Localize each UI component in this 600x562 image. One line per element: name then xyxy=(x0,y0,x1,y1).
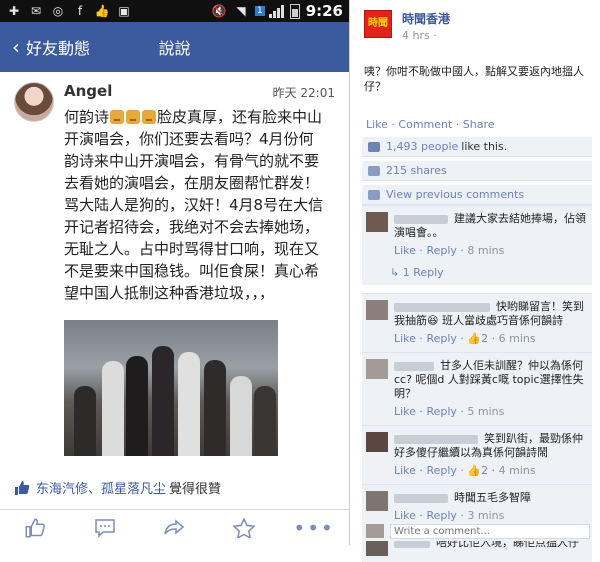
more-icon: ••• xyxy=(293,515,335,540)
comment: 建議大家去結她捧場，佔領演唱會。。 Like · Reply · 8 mins xyxy=(362,205,592,264)
wifi-icon: ◥ xyxy=(236,4,246,18)
post-actions[interactable]: Like · Comment · Share xyxy=(354,94,600,131)
commenter-avatar[interactable] xyxy=(366,212,388,232)
post-photo[interactable] xyxy=(64,320,278,456)
like-outline-icon xyxy=(25,517,45,537)
page-logo[interactable]: 時聞 xyxy=(364,10,392,38)
likes-suffix: like this. xyxy=(461,140,508,153)
like-button[interactable] xyxy=(20,513,50,543)
battery-icon xyxy=(289,3,300,19)
thumbs-down-icon xyxy=(110,110,125,124)
thumbs-up-icon: 👍 xyxy=(94,4,110,18)
shares-count[interactable]: 215 shares xyxy=(386,164,447,177)
view-previous-link[interactable]: View previous comments xyxy=(386,188,524,201)
post-likes: 东海汽修、孤星落凡尘 覺得很贊 xyxy=(0,456,349,497)
commenter-name[interactable] xyxy=(394,214,448,224)
comment-time: 5 mins xyxy=(467,405,505,418)
app-header: ‹ 好友動態 說說 xyxy=(0,22,349,72)
post-text-rest: 脸皮真厚，还有脸来中山开演唱会，你们还要去看吗？4月份何韵诗来中山开演唱会，有骨… xyxy=(64,108,324,302)
post-time: 昨天 22:01 xyxy=(272,86,335,100)
page-name[interactable]: 時聞香港 xyxy=(402,10,450,27)
comment-reply-link[interactable]: Reply xyxy=(426,244,456,257)
share-icon xyxy=(164,518,185,535)
comment-like-link[interactable]: Like xyxy=(394,464,416,477)
clock: 9:26 xyxy=(305,2,343,20)
likes-count[interactable]: 1,493 people xyxy=(386,140,458,153)
signal-icon xyxy=(268,4,285,18)
more-button[interactable]: ••• xyxy=(293,513,332,543)
sim-badge: 1 xyxy=(254,6,265,16)
view-previous-row[interactable]: View previous comments xyxy=(362,185,592,205)
shares-row[interactable]: 215 shares xyxy=(362,161,592,181)
post-text: 何韵诗 脸皮真厚，还有脸来中山开演唱会，你们还要去看吗？4月份何韵诗来中山开演唱会… xyxy=(64,106,335,304)
comment: 快哟睇留言！笑到我抽筋😆 班人當歧處巧音係何韻詩 Like · Reply · … xyxy=(362,293,592,352)
photo-icon: ▣ xyxy=(118,4,130,18)
thumbs-down-icon xyxy=(126,110,141,124)
share-icon xyxy=(368,165,380,176)
facebook-icon: f xyxy=(77,4,83,18)
likes-suffix: 覺得很贊 xyxy=(169,482,222,497)
back-button[interactable]: ‹ 好友動態 xyxy=(12,35,90,59)
comment-reply-link[interactable]: Reply xyxy=(426,405,456,418)
favorite-button[interactable] xyxy=(229,513,259,543)
commenter-name[interactable] xyxy=(394,493,448,503)
message-icon: ✉ xyxy=(30,4,42,18)
fb-post-text: 咦？你咁不恥做中國人，點解又要返內地搵人仔？ xyxy=(364,65,584,93)
comment-input[interactable] xyxy=(390,523,590,539)
add-icon: ✚ xyxy=(8,4,20,18)
page-header: 時聞 時聞香港 4 hrs · xyxy=(354,0,600,42)
share-button[interactable] xyxy=(159,513,189,543)
chevron-left-icon: ‹ xyxy=(12,35,20,59)
commenter-avatar[interactable] xyxy=(366,359,388,379)
whatsapp-icon: ◎ xyxy=(52,4,64,18)
phone-screen: ✚ ✉ ◎ f 👍 ▣ 🔇 ◥ 1 9:26 ‹ 好友動態 說說 Angel 昨… xyxy=(0,0,350,545)
post: Angel 昨天 22:01 何韵诗 脸皮真厚，还有脸来中山开演唱会，你们还要去看… xyxy=(0,72,349,456)
comment-text: 時聞五毛多智障 xyxy=(454,491,531,504)
avatar[interactable] xyxy=(14,82,54,122)
commenter-avatar[interactable] xyxy=(366,432,388,452)
comment: 笑到趴街，最勁係仲好多傻仔繼續以為真係何韻詩鬧 Like · Reply · 👍… xyxy=(362,425,592,484)
commenter-name[interactable] xyxy=(394,434,478,444)
facebook-post: 時聞 時聞香港 4 hrs · 咦？你咁不恥做中國人，點解又要返內地搵人仔？ L… xyxy=(354,0,600,562)
back-label: 好友動態 xyxy=(26,39,91,58)
thumbs-down-icon xyxy=(142,110,157,124)
commenter-name[interactable] xyxy=(394,302,490,312)
comment-like-link[interactable]: Like xyxy=(394,244,416,257)
star-icon xyxy=(233,517,256,538)
comment-like-count: 👍2 xyxy=(467,332,489,345)
commenter-avatar[interactable] xyxy=(366,491,388,511)
write-comment-bar xyxy=(362,521,592,541)
comment-icon xyxy=(94,518,115,538)
my-avatar xyxy=(366,524,384,538)
comment: 甘多人佢未訓醒？仲以為係何cc? 呢個d 人對踩黃c嘅 topic選擇性失明？ … xyxy=(362,352,592,425)
commenter-name[interactable] xyxy=(394,361,434,371)
comment-reply-link[interactable]: Reply xyxy=(426,332,456,345)
comment-like-count: 👍2 xyxy=(467,464,489,477)
mute-icon: 🔇 xyxy=(211,4,227,18)
like-icon xyxy=(368,141,380,152)
comment-icon xyxy=(368,189,380,200)
comment-time: 4 mins xyxy=(498,464,536,477)
likers[interactable]: 东海汽修、孤星落凡尘 xyxy=(36,478,166,497)
post-timestamp[interactable]: 4 hrs · xyxy=(402,29,450,42)
replies-count[interactable]: 1 Reply xyxy=(403,266,444,279)
post-text-start: 何韵诗 xyxy=(64,108,110,126)
likes-row[interactable]: 1,493 people like this. xyxy=(362,137,592,157)
commenter-avatar[interactable] xyxy=(366,300,388,320)
comment-reply-link[interactable]: Reply xyxy=(426,464,456,477)
status-bar: ✚ ✉ ◎ f 👍 ▣ 🔇 ◥ 1 9:26 xyxy=(0,0,349,22)
replies-link[interactable]: ↳ 1 Reply xyxy=(362,264,592,285)
comment-like-link[interactable]: Like xyxy=(394,332,416,345)
comment-like-link[interactable]: Like xyxy=(394,405,416,418)
comment-button[interactable] xyxy=(90,513,120,543)
action-bar: ••• xyxy=(0,509,349,545)
comment-time: 6 mins xyxy=(498,332,536,345)
comment-time: 8 mins xyxy=(467,244,505,257)
like-icon xyxy=(15,480,30,495)
